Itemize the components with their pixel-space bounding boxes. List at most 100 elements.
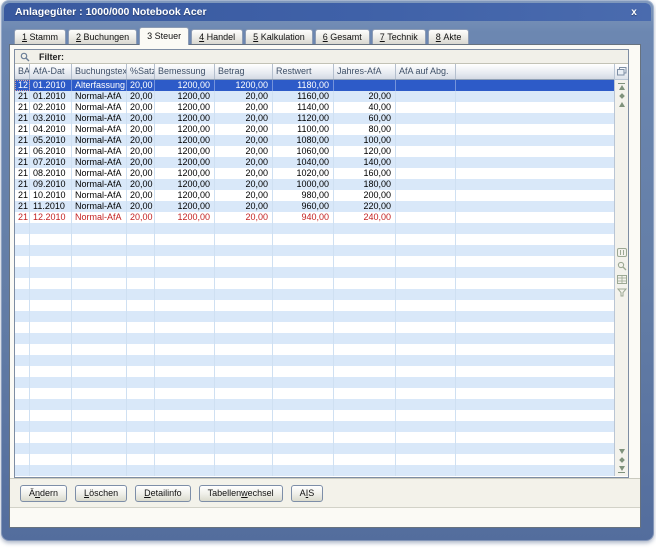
cell-betrag[interactable] [215, 223, 273, 234]
cell-betrag[interactable] [215, 388, 273, 399]
cell-betrag[interactable] [215, 322, 273, 333]
table-row[interactable]: 21 11.2010 Normal-AfA 20,00 1200,00 20,00 960,… [15, 201, 614, 212]
cell-bemessung[interactable]: 1200,00 [155, 113, 215, 124]
cell-buchungstext[interactable]: Normal-AfA [72, 157, 127, 168]
tab-gesamt[interactable]: 6 Gesamt [314, 29, 370, 44]
ais-button[interactable]: AIS [290, 484, 324, 502]
cell-betrag[interactable] [215, 377, 273, 388]
cell-afa_dat[interactable] [30, 421, 72, 432]
cell-bemessung[interactable] [155, 322, 215, 333]
scroll-up-icon[interactable] [618, 102, 625, 107]
cell-restwert[interactable] [273, 443, 334, 454]
cell-ba[interactable] [15, 322, 30, 333]
cell-satz[interactable]: 20,00 [127, 124, 155, 135]
cell-bemessung[interactable]: 1200,00 [155, 124, 215, 135]
cell-afa_dat[interactable] [30, 256, 72, 267]
cell-restwert[interactable]: 1080,00 [273, 135, 334, 146]
cell-ba[interactable] [15, 289, 30, 300]
table-row-empty[interactable] [15, 344, 614, 355]
cell-satz[interactable] [127, 454, 155, 465]
cell-spacer[interactable] [456, 80, 614, 91]
tab-akte[interactable]: 8 Akte [427, 29, 470, 44]
cell-buchungstext[interactable]: Normal-AfA [72, 146, 127, 157]
cell-betrag[interactable]: 20,00 [215, 190, 273, 201]
cell-jahres_afa[interactable]: 120,00 [334, 146, 396, 157]
cell-betrag[interactable]: 20,00 [215, 135, 273, 146]
cell-betrag[interactable] [215, 333, 273, 344]
cell-betrag[interactable] [215, 234, 273, 245]
tab-technik[interactable]: 7 Technik [371, 29, 426, 44]
cell-restwert[interactable] [273, 267, 334, 278]
cell-spacer[interactable] [456, 421, 614, 432]
cell-bemessung[interactable] [155, 234, 215, 245]
table-row-empty[interactable] [15, 278, 614, 289]
column-header-jahres_afa[interactable]: Jahres-AfA [334, 64, 396, 79]
cell-satz[interactable]: 20,00 [127, 102, 155, 113]
cell-satz[interactable]: 20,00 [127, 157, 155, 168]
cell-afa_abg[interactable] [396, 465, 456, 476]
cell-restwert[interactable] [273, 245, 334, 256]
cell-satz[interactable] [127, 465, 155, 476]
table-row[interactable]: 21 10.2010 Normal-AfA 20,00 1200,00 20,00 980,… [15, 190, 614, 201]
cell-jahres_afa[interactable]: 80,00 [334, 124, 396, 135]
cell-bemessung[interactable] [155, 421, 215, 432]
close-icon[interactable]: x [627, 6, 641, 20]
cell-restwert[interactable]: 1140,00 [273, 102, 334, 113]
cell-betrag[interactable] [215, 399, 273, 410]
table-row[interactable]: 21 01.2010 Normal-AfA 20,00 1200,00 20,00 1160… [15, 91, 614, 102]
cell-ba[interactable] [15, 410, 30, 421]
cell-afa_abg[interactable] [396, 190, 456, 201]
cell-buchungstext[interactable] [72, 410, 127, 421]
cell-buchungstext[interactable]: Normal-AfA [72, 124, 127, 135]
cell-restwert[interactable] [273, 454, 334, 465]
cell-bemessung[interactable] [155, 256, 215, 267]
table-row-empty[interactable] [15, 454, 614, 465]
cell-afa_abg[interactable] [396, 355, 456, 366]
cell-betrag[interactable] [215, 344, 273, 355]
table-row[interactable]: 21 12.2010 Normal-AfA 20,00 1200,00 20,00 940,… [15, 212, 614, 223]
cell-restwert[interactable]: 1180,00 [273, 80, 334, 91]
table-row-empty[interactable] [15, 245, 614, 256]
cell-satz[interactable] [127, 278, 155, 289]
cell-bemessung[interactable] [155, 388, 215, 399]
cell-afa_dat[interactable] [30, 311, 72, 322]
cell-ba[interactable]: 21 [15, 168, 30, 179]
cell-bemessung[interactable] [155, 399, 215, 410]
cell-bemessung[interactable]: 1200,00 [155, 146, 215, 157]
cell-betrag[interactable] [215, 245, 273, 256]
cell-buchungstext[interactable] [72, 223, 127, 234]
scroll-drag-icon[interactable] [618, 93, 625, 99]
cell-ba[interactable] [15, 245, 30, 256]
cell-restwert[interactable] [273, 256, 334, 267]
cell-bemessung[interactable] [155, 366, 215, 377]
cell-afa_abg[interactable] [396, 135, 456, 146]
column-header-spacer[interactable] [456, 64, 614, 79]
cell-ba[interactable] [15, 355, 30, 366]
cell-jahres_afa[interactable]: 60,00 [334, 113, 396, 124]
scroll-down-icon[interactable] [618, 449, 625, 454]
cell-afa_abg[interactable] [396, 454, 456, 465]
cell-ba[interactable] [15, 454, 30, 465]
cell-afa_dat[interactable]: 11.2010 [30, 201, 72, 212]
cell-afa_abg[interactable] [396, 432, 456, 443]
search-icon[interactable] [617, 261, 627, 271]
cell-satz[interactable] [127, 256, 155, 267]
cell-restwert[interactable] [273, 289, 334, 300]
column-header-afa_dat[interactable]: AfA-Dat [30, 64, 72, 79]
cell-bemessung[interactable] [155, 377, 215, 388]
table-row-empty[interactable] [15, 366, 614, 377]
cell-buchungstext[interactable] [72, 388, 127, 399]
cell-spacer[interactable] [456, 201, 614, 212]
cell-jahres_afa[interactable]: 200,00 [334, 190, 396, 201]
cell-spacer[interactable] [456, 135, 614, 146]
cell-satz[interactable] [127, 366, 155, 377]
table-row-empty[interactable] [15, 300, 614, 311]
cell-restwert[interactable] [273, 377, 334, 388]
cell-ba[interactable] [15, 366, 30, 377]
cell-restwert[interactable]: 1160,00 [273, 91, 334, 102]
cell-jahres_afa[interactable]: 240,00 [334, 212, 396, 223]
scroll-last-icon[interactable] [618, 466, 625, 473]
cell-jahres_afa[interactable] [334, 454, 396, 465]
table-row-empty[interactable] [15, 432, 614, 443]
cell-afa_abg[interactable] [396, 146, 456, 157]
